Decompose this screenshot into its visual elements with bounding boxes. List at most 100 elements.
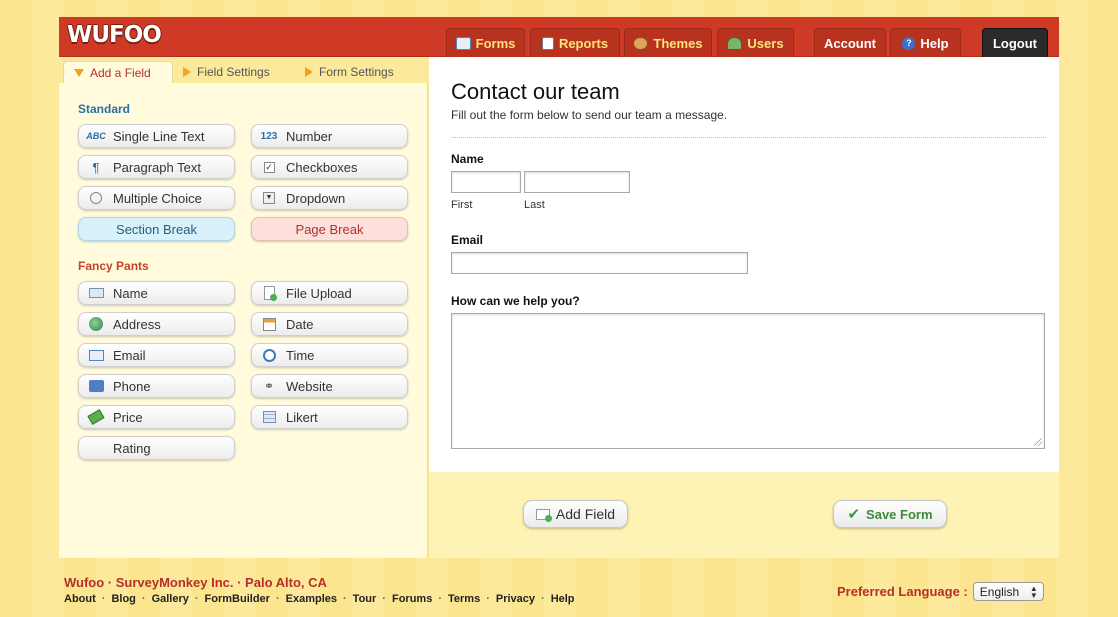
file-upload-button[interactable]: File Upload [251, 281, 408, 305]
abc-icon: ABC [86, 131, 106, 141]
add-field-button[interactable]: Add Field [523, 500, 628, 528]
checkboxes-button[interactable]: ✓ Checkboxes [251, 155, 408, 179]
price-button[interactable]: Price [78, 405, 235, 429]
nav-tab-themes[interactable]: Themes [624, 28, 712, 57]
tab-field-settings[interactable]: Field Settings [173, 61, 283, 83]
footer-link-gallery[interactable]: Gallery [152, 593, 189, 605]
footer-link-help[interactable]: Help [551, 593, 575, 605]
email-button[interactable]: Email [78, 343, 235, 367]
footer-link-tour[interactable]: Tour [353, 593, 377, 605]
grid-icon [260, 410, 278, 424]
separator: · [343, 593, 347, 605]
builder-tabs: Add a Field Field Settings Form Settings [59, 57, 428, 83]
address-button[interactable]: Address [78, 312, 235, 336]
tab-form-settings[interactable]: Form Settings [295, 61, 425, 83]
rating-button[interactable]: Rating [78, 436, 235, 460]
phone-button[interactable]: Phone [78, 374, 235, 398]
date-label: Date [286, 316, 314, 332]
language-picker: Preferred Language : English ▲ ▼ [837, 582, 1044, 601]
address-label: Address [113, 316, 161, 332]
footer-link-privacy[interactable]: Privacy [496, 593, 535, 605]
separator: · [541, 593, 545, 605]
name-label: Name [451, 152, 484, 166]
name-field-button[interactable]: Name [78, 281, 235, 305]
paragraph-text-label: Paragraph Text [113, 159, 201, 175]
add-field-icon [535, 508, 552, 522]
nav-tab-help[interactable]: ? Help [890, 28, 961, 57]
nav-tab-help-label: Help [920, 35, 949, 51]
tab-add-field[interactable]: Add a Field [63, 61, 173, 83]
email-field-label: Email [451, 233, 484, 247]
rating-icon [87, 441, 105, 455]
nav-tab-themes-label: Themes [653, 35, 703, 51]
arrow-right-icon [183, 67, 191, 77]
page-break-button[interactable]: Page Break [251, 217, 408, 241]
footer-company-line: Wufoo · SurveyMonkey Inc. · Palo Alto, C… [64, 575, 327, 590]
page-break-label: Page Break [295, 221, 364, 237]
form-preview: Contact our team Fill out the form below… [429, 57, 1059, 472]
checkbox-icon: ✓ [263, 161, 275, 173]
first-sublabel: First [451, 199, 473, 211]
footer-link-examples[interactable]: Examples [286, 593, 337, 605]
save-form-button[interactable]: ✔ Save Form [833, 500, 947, 528]
email-label: Email [113, 347, 146, 363]
message-textarea[interactable] [451, 313, 1045, 449]
paragraph-text-button[interactable]: ¶ Paragraph Text [78, 155, 235, 179]
separator: · [382, 593, 386, 605]
single-line-text-button[interactable]: ABC Single Line Text [78, 124, 235, 148]
number-label: Number [286, 128, 333, 144]
phone-label: Phone [113, 378, 151, 394]
likert-button[interactable]: Likert [251, 405, 408, 429]
website-button[interactable]: ⚭ Website [251, 374, 408, 398]
last-name-input[interactable] [524, 171, 630, 193]
save-form-label: Save Form [866, 506, 933, 522]
separator: · [486, 593, 490, 605]
website-label: Website [286, 378, 333, 394]
nav-tab-account[interactable]: Account [814, 28, 886, 57]
footer-link-blog[interactable]: Blog [111, 593, 135, 605]
fancy-pants-heading: Fancy Pants [78, 259, 149, 273]
checkmark-icon: ✔ [847, 506, 861, 523]
name-field-label: Name [113, 285, 148, 301]
dropdown-label: Dropdown [286, 190, 346, 206]
select-arrows-icon: ▲ ▼ [1029, 584, 1038, 600]
footer-link-terms[interactable]: Terms [448, 593, 480, 605]
form-description[interactable]: Fill out the form below to send our team… [451, 108, 727, 122]
multiple-choice-label: Multiple Choice [113, 190, 202, 206]
nav-tab-forms[interactable]: Forms [446, 28, 525, 57]
last-sublabel: Last [524, 199, 545, 211]
tab-add-field-label: Add a Field [90, 65, 151, 80]
reports-icon [541, 36, 554, 50]
clock-icon [260, 348, 278, 362]
message-label: How can we help you? [451, 294, 580, 308]
paragraph-icon: ¶ [92, 159, 100, 175]
multiple-choice-button[interactable]: Multiple Choice [78, 186, 235, 210]
palette-icon [633, 36, 649, 50]
form-title[interactable]: Contact our team [451, 79, 620, 105]
logout-label: Logout [992, 35, 1038, 51]
section-break-button[interactable]: Section Break [78, 217, 235, 241]
wufoo-logo[interactable]: WUFOO [67, 22, 162, 48]
help-icon: ? [902, 36, 916, 50]
logout-button[interactable]: Logout [982, 28, 1048, 57]
globe-icon [87, 317, 105, 331]
name-card-icon [87, 286, 105, 300]
number-button[interactable]: 123 Number [251, 124, 408, 148]
first-name-input[interactable] [451, 171, 521, 193]
nav-tab-reports[interactable]: Reports [530, 28, 620, 57]
file-upload-label: File Upload [286, 285, 352, 301]
separator: · [438, 593, 442, 605]
email-input[interactable] [451, 252, 748, 274]
price-label: Price [113, 409, 143, 425]
nav-tab-users[interactable]: Users [717, 28, 794, 57]
footer-link-about[interactable]: About [64, 593, 96, 605]
time-button[interactable]: Time [251, 343, 408, 367]
resize-grip-icon[interactable] [1034, 438, 1042, 446]
footer-link-forums[interactable]: Forums [392, 593, 432, 605]
footer-link-formbuilder[interactable]: FormBuilder [205, 593, 270, 605]
dropdown-button[interactable]: ▼ Dropdown [251, 186, 408, 210]
language-select[interactable]: English ▲ ▼ [972, 582, 1044, 601]
nav-tab-forms-label: Forms [475, 35, 516, 51]
date-button[interactable]: Date [251, 312, 408, 336]
language-label: Preferred Language : [837, 584, 968, 599]
